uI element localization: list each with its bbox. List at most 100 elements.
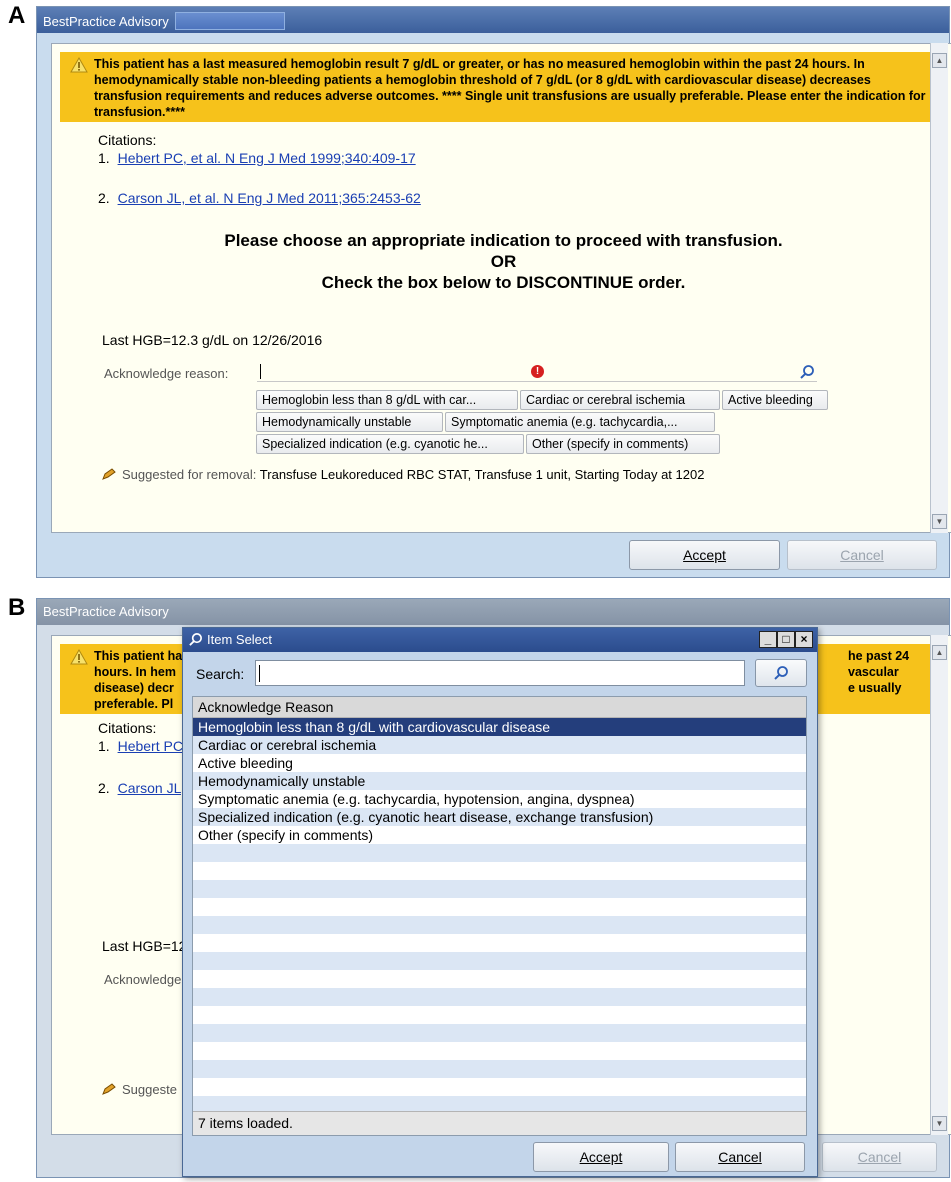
citations-label: Citations: xyxy=(98,132,157,148)
window-title-b: BestPractice Advisory xyxy=(43,604,169,619)
search-caret xyxy=(259,665,260,682)
option-specialized-indication[interactable]: Specialized indication (e.g. cyanotic he… xyxy=(256,434,524,454)
advisory-window-a: BestPractice Advisory This patient has a… xyxy=(36,6,951,578)
warning-icon xyxy=(70,649,88,665)
dialog-accept-button[interactable]: Accept xyxy=(533,1142,669,1172)
empty-row xyxy=(193,844,806,862)
empty-row xyxy=(193,934,806,952)
scroll-up-icon[interactable]: ▲ xyxy=(932,645,947,660)
list-item[interactable]: Symptomatic anemia (e.g. tachycardia, hy… xyxy=(193,790,806,808)
scroll-down-icon[interactable]: ▼ xyxy=(932,514,947,529)
acknowledge-label-b: Acknowledge xyxy=(104,972,182,987)
instruction-line-or: OR xyxy=(490,252,517,271)
magnifier-icon xyxy=(774,666,788,680)
list-item[interactable]: Other (specify in comments) xyxy=(193,826,806,844)
dialog-title: Item Select xyxy=(207,632,273,647)
magnifier-icon[interactable] xyxy=(799,364,815,380)
option-symptomatic-anemia[interactable]: Symptomatic anemia (e.g. tachycardia,... xyxy=(445,412,715,432)
minimize-button[interactable]: _ xyxy=(759,631,777,648)
citation-1-link[interactable]: Hebert PC, et al. N Eng J Med 1999;340:4… xyxy=(118,150,416,166)
accept-label: Accept xyxy=(683,547,726,563)
cancel-button-b[interactable]: Cancel xyxy=(822,1142,937,1172)
citations-label-b: Citations: xyxy=(98,720,157,736)
search-input[interactable] xyxy=(255,660,745,686)
citation-1-link-b[interactable]: Hebert PC xyxy=(118,738,183,754)
suggested-label-b: Suggeste xyxy=(122,1082,177,1097)
vertical-scrollbar[interactable]: ▲ ▼ xyxy=(930,43,948,533)
panel-a-label: A xyxy=(8,2,26,29)
suggested-removal-b: Suggeste xyxy=(102,1082,177,1097)
citation-2-number-b: 2. xyxy=(98,780,110,796)
window-title: BestPractice Advisory xyxy=(43,14,169,29)
citation-1-number-b: 1. xyxy=(98,738,110,754)
last-hgb: Last HGB=12.3 g/dL on 12/26/2016 xyxy=(102,332,323,348)
option-hemoglobin-cardiovascular[interactable]: Hemoglobin less than 8 g/dL with car... xyxy=(256,390,518,410)
citation-2-number: 2. xyxy=(98,190,110,206)
panel-b-label: B xyxy=(8,594,26,621)
dialog-title-bar: Item Select _ □ × xyxy=(183,628,817,652)
instruction-message: Please choose an appropriate indication … xyxy=(52,230,951,293)
suggested-label: Suggested for removal: xyxy=(122,467,257,482)
citation-2-link[interactable]: Carson JL, et al. N Eng J Med 2011;365:2… xyxy=(118,190,421,206)
banner-text: This patient has a last measured hemoglo… xyxy=(94,57,926,119)
title-bar-b: BestPractice Advisory xyxy=(37,599,949,625)
cancel-button[interactable]: Cancel xyxy=(787,540,937,570)
empty-row xyxy=(193,1060,806,1078)
list-item[interactable]: Specialized indication (e.g. cyanotic he… xyxy=(193,808,806,826)
empty-row xyxy=(193,916,806,934)
scroll-up-icon[interactable]: ▲ xyxy=(932,53,947,68)
list-item[interactable]: Cardiac or cerebral ischemia xyxy=(193,736,806,754)
dialog-cancel-button[interactable]: Cancel xyxy=(675,1142,805,1172)
column-header[interactable]: Acknowledge Reason xyxy=(193,697,806,718)
vertical-scrollbar-b[interactable]: ▲ ▼ xyxy=(930,635,948,1135)
advisory-banner: This patient has a last measured hemoglo… xyxy=(60,52,945,122)
list-item[interactable]: Hemodynamically unstable xyxy=(193,772,806,790)
empty-row xyxy=(193,988,806,1006)
required-icon: ! xyxy=(531,365,544,378)
suggested-removal: Suggested for removal: Transfuse Leukore… xyxy=(102,467,704,482)
dialog-cancel-label: Cancel xyxy=(718,1149,762,1165)
warning-icon xyxy=(70,57,88,73)
empty-row xyxy=(193,898,806,916)
scroll-down-icon[interactable]: ▼ xyxy=(932,1116,947,1131)
option-other[interactable]: Other (specify in comments) xyxy=(526,434,720,454)
reason-list[interactable]: Acknowledge Reason Hemoglobin less than … xyxy=(192,696,807,1136)
option-cardiac-ischemia[interactable]: Cardiac or cerebral ischemia xyxy=(520,390,720,410)
instruction-line-1: Please choose an appropriate indication … xyxy=(224,231,783,250)
cancel-label: Cancel xyxy=(840,547,884,563)
instruction-line-2: Check the box below to DISCONTINUE order… xyxy=(321,273,686,292)
banner-b-right-2: vascular xyxy=(848,665,899,679)
banner-b-right-3: e usually xyxy=(848,681,902,695)
pencil-icon xyxy=(102,1083,116,1095)
citation-2-link-b[interactable]: Carson JL, xyxy=(118,780,186,796)
acknowledge-reason-input[interactable]: ! xyxy=(257,362,817,382)
empty-row xyxy=(193,862,806,880)
accept-button[interactable]: Accept xyxy=(629,540,780,570)
list-item[interactable]: Hemoglobin less than 8 g/dL with cardiov… xyxy=(193,718,806,736)
empty-row xyxy=(193,970,806,988)
empty-row xyxy=(193,952,806,970)
item-select-dialog: Item Select _ □ × Search: Acknowledge Re… xyxy=(182,627,818,1177)
dialog-accept-label: Accept xyxy=(579,1149,623,1165)
option-hemodynamically-unstable[interactable]: Hemodynamically unstable xyxy=(256,412,443,432)
citation-2-b: 2. Carson JL, xyxy=(98,780,185,796)
option-active-bleeding[interactable]: Active bleeding xyxy=(722,390,828,410)
last-hgb-b: Last HGB=12 xyxy=(102,938,187,954)
banner-b-right: he past 24 vascular e usually xyxy=(848,648,909,696)
advisory-content: This patient has a last measured hemoglo… xyxy=(51,43,951,533)
close-button[interactable]: × xyxy=(795,631,813,648)
citation-1-b: 1. Hebert PC xyxy=(98,738,183,754)
pencil-icon xyxy=(102,468,116,480)
text-caret xyxy=(260,364,261,379)
maximize-button[interactable]: □ xyxy=(777,631,795,648)
suggested-text: Transfuse Leukoreduced RBC STAT, Transfu… xyxy=(259,467,705,482)
empty-row xyxy=(193,1042,806,1060)
title-tab xyxy=(174,12,285,30)
empty-row xyxy=(193,880,806,898)
search-label: Search: xyxy=(196,666,245,682)
citation-1: 1. Hebert PC, et al. N Eng J Med 1999;34… xyxy=(98,150,416,166)
acknowledge-label: Acknowledge reason: xyxy=(104,366,229,381)
empty-row xyxy=(193,1078,806,1096)
search-button[interactable] xyxy=(755,659,807,687)
list-item[interactable]: Active bleeding xyxy=(193,754,806,772)
